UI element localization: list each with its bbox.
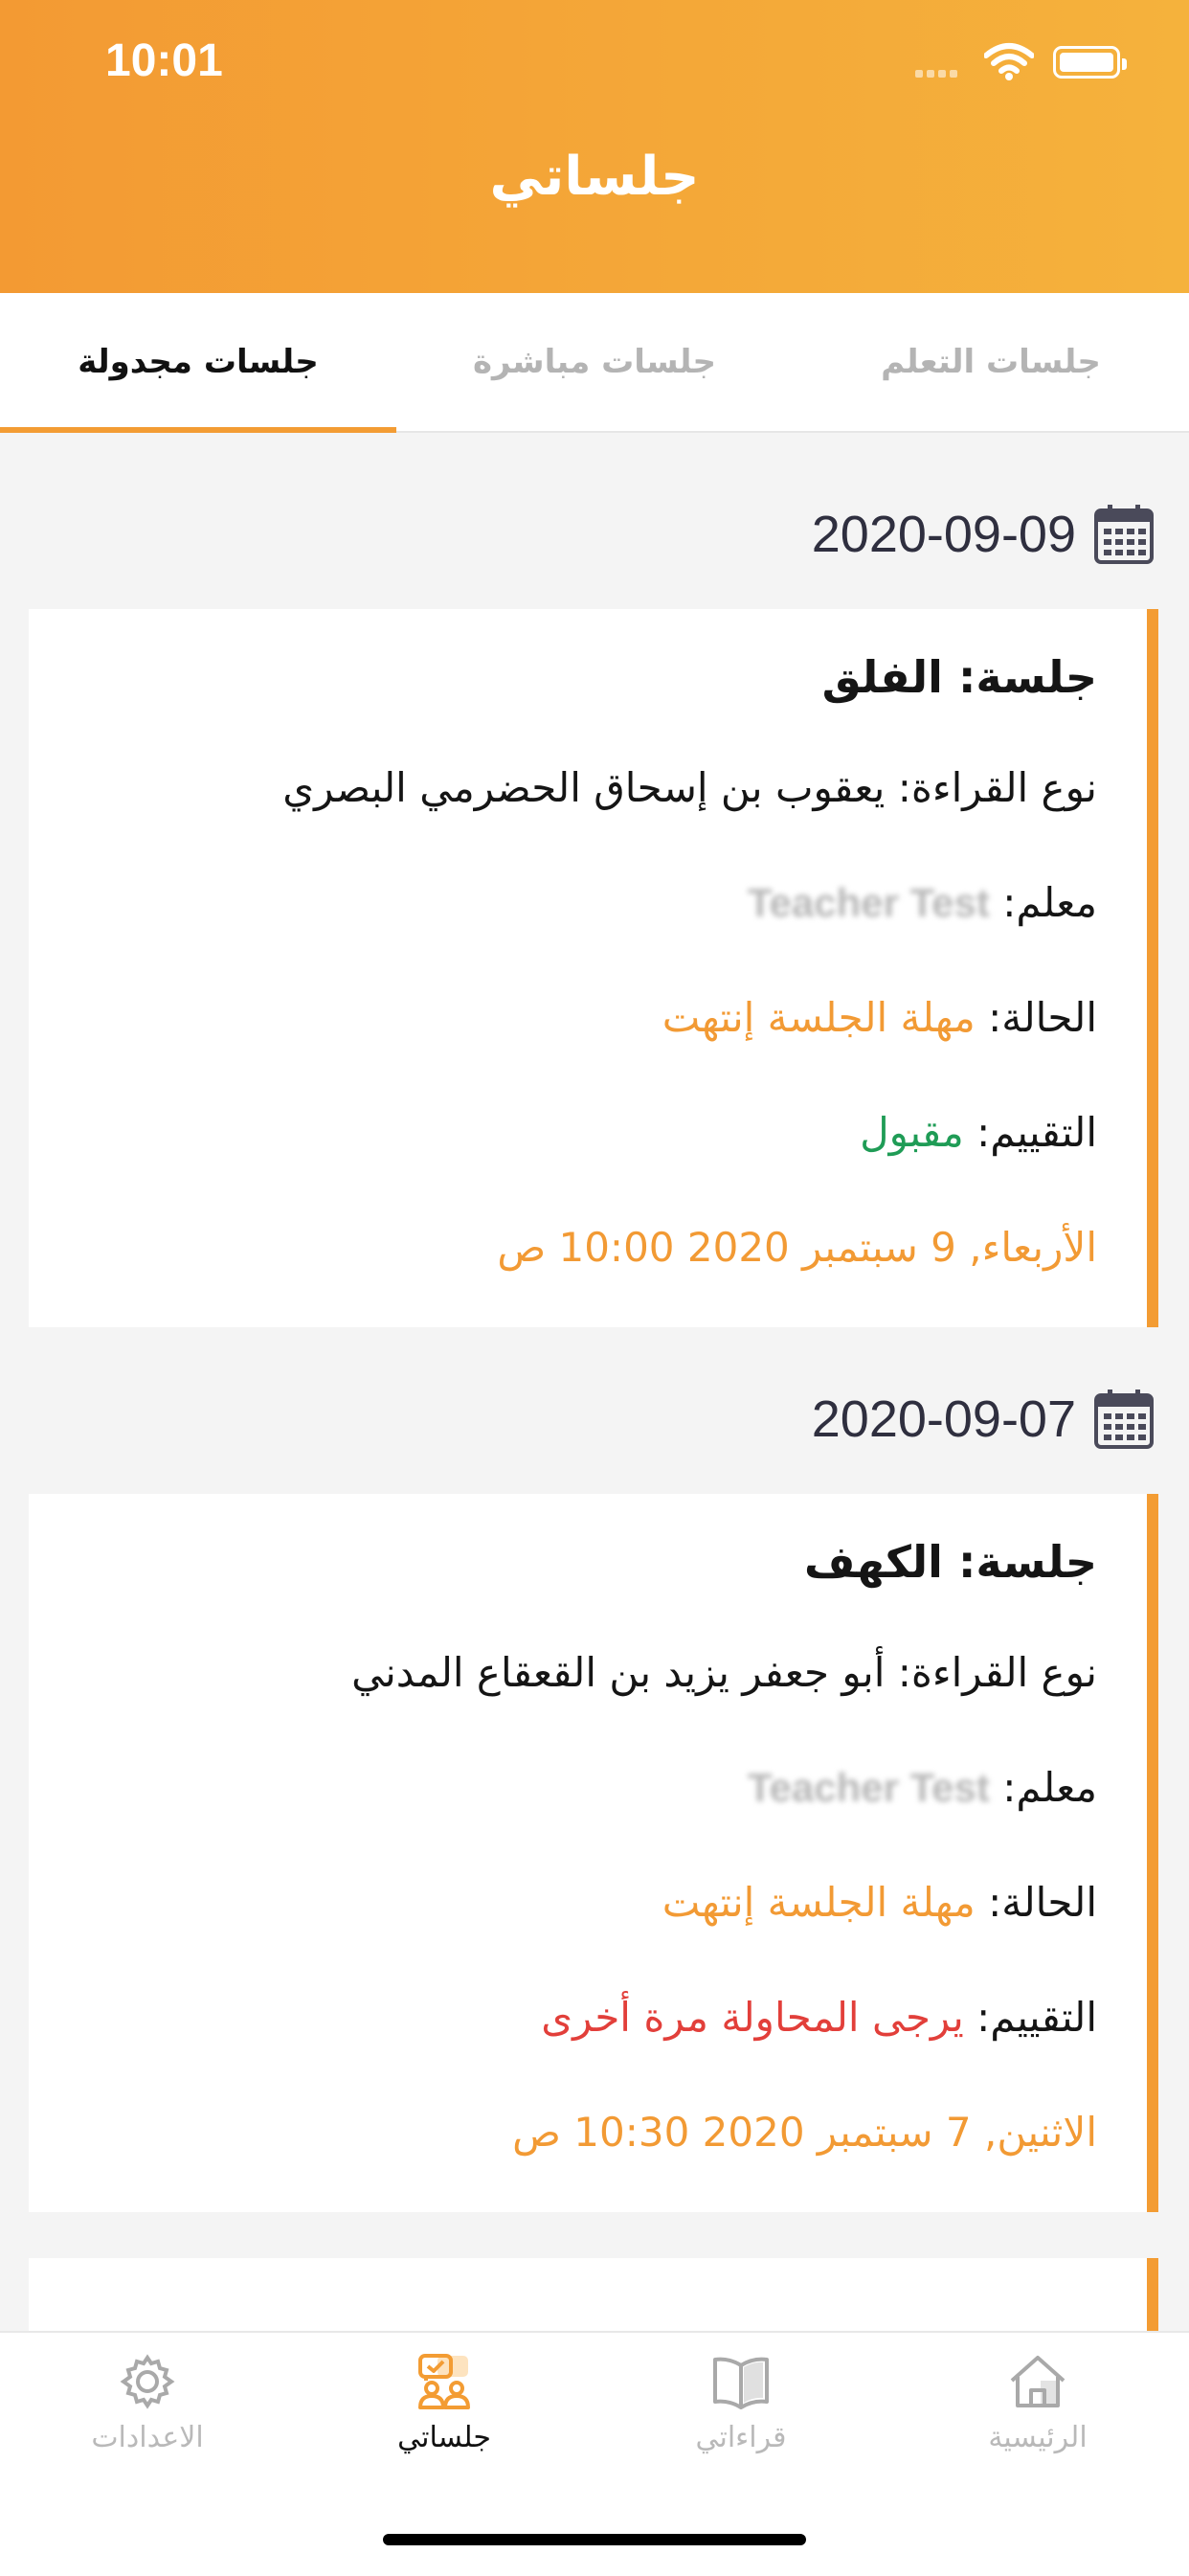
status-value: مهلة الجلسة إنتهت (662, 1879, 976, 1926)
rating-value: مقبول (860, 1109, 964, 1156)
nav-my-readings[interactable]: قراءاتي (626, 2352, 856, 2454)
status-row: الحالة: مهلة الجلسة إنتهت (662, 994, 1097, 1041)
session-date-row: 2020-09-07 (812, 1381, 1155, 1457)
sessions-icon (418, 2354, 470, 2409)
nav-label: قراءاتي (695, 2421, 787, 2454)
session-date: 2020-09-09 (811, 506, 1076, 563)
session-label: جلسة: (957, 651, 1097, 703)
status-time: 10:01 (105, 35, 223, 86)
wifi-icon (984, 43, 1034, 80)
reading-type-row: نوع القراءة: يعقوب بن إسحاق الحضرمي البص… (282, 764, 1097, 811)
nav-label: الرئيسية (988, 2421, 1088, 2454)
rating-row: التقييم: مقبول (860, 1109, 1097, 1156)
status-label: الحالة: (988, 1879, 1097, 1926)
session-value: الكهف (804, 1536, 943, 1588)
battery-icon (1053, 46, 1127, 79)
teacher-label: معلم: (1002, 1764, 1097, 1811)
rating-label: التقييم: (976, 1994, 1097, 2041)
rating-value: يرجى المحاولة مرة أخرى (541, 1994, 964, 2041)
status-label: الحالة: (988, 994, 1097, 1041)
teacher-value: Teacher Test (747, 1765, 990, 1810)
nav-my-sessions[interactable]: جلساتي (329, 2352, 559, 2454)
session-label: جلسة: (957, 1536, 1097, 1588)
session-card[interactable]: جلسة: الكهف نوع القراءة: أبو جعفر يزيد ب… (29, 1494, 1158, 2212)
status-row: الحالة: مهلة الجلسة إنتهت (662, 1879, 1097, 1926)
rating-label: التقييم: (976, 1109, 1097, 1156)
reading-type-row: نوع القراءة: أبو جعفر يزيد بن القعقاع ال… (351, 1649, 1097, 1696)
session-card[interactable] (29, 2258, 1158, 2331)
reading-value: يعقوب بن إسحاق الحضرمي البصري (282, 764, 886, 811)
reading-value: أبو جعفر يزيد بن القعقاع المدني (351, 1649, 886, 1696)
session-date-row: 2020-09-09 (812, 496, 1155, 573)
app-header: 10:01 جلساتي (0, 0, 1189, 293)
teacher-row: معلم: Teacher Test (748, 1764, 1097, 1811)
nav-settings[interactable]: الاعدادات (33, 2352, 262, 2454)
tab-learning-sessions[interactable]: جلسات التعلم (793, 293, 1189, 431)
teacher-row: معلم: Teacher Test (748, 879, 1097, 926)
reading-label: نوع القراءة: (897, 764, 1097, 811)
rating-row: التقييم: يرجى المحاولة مرة أخرى (541, 1994, 1097, 2041)
teacher-value: Teacher Test (747, 880, 990, 925)
session-value: الفلق (821, 651, 943, 703)
session-card[interactable]: جلسة: الفلق نوع القراءة: يعقوب بن إسحاق … (29, 609, 1158, 1327)
tab-bar: جلسات مجدولة جلسات مباشرة جلسات التعلم (0, 293, 1189, 433)
session-name-row: جلسة: الفلق (822, 651, 1097, 703)
session-datetime: الأربعاء, 9 سبتمبر 2020 10:00 ص (497, 1224, 1097, 1271)
calendar-icon (1094, 1390, 1154, 1449)
calendar-icon (1094, 505, 1154, 564)
home-icon (1010, 2356, 1066, 2407)
status-value: مهلة الجلسة إنتهت (662, 994, 976, 1041)
session-date: 2020-09-07 (811, 1390, 1076, 1448)
nav-label: الاعدادات (91, 2421, 204, 2454)
session-name-row: جلسة: الكهف (804, 1536, 1097, 1588)
page-title: جلساتي (489, 146, 700, 208)
teacher-label: معلم: (1002, 879, 1097, 926)
book-icon (713, 2357, 769, 2409)
cellular-signal-icon (915, 63, 961, 81)
tab-scheduled-sessions[interactable]: جلسات مجدولة (0, 293, 396, 433)
tab-live-sessions[interactable]: جلسات مباشرة (396, 293, 793, 431)
gear-icon (120, 2354, 175, 2409)
reading-label: نوع القراءة: (897, 1649, 1097, 1696)
home-indicator (383, 2534, 806, 2545)
nav-home[interactable]: الرئيسية (923, 2352, 1153, 2454)
session-datetime: الاثنين, 7 سبتمبر 2020 10:30 ص (512, 2109, 1097, 2156)
nav-label: جلساتي (397, 2421, 491, 2454)
